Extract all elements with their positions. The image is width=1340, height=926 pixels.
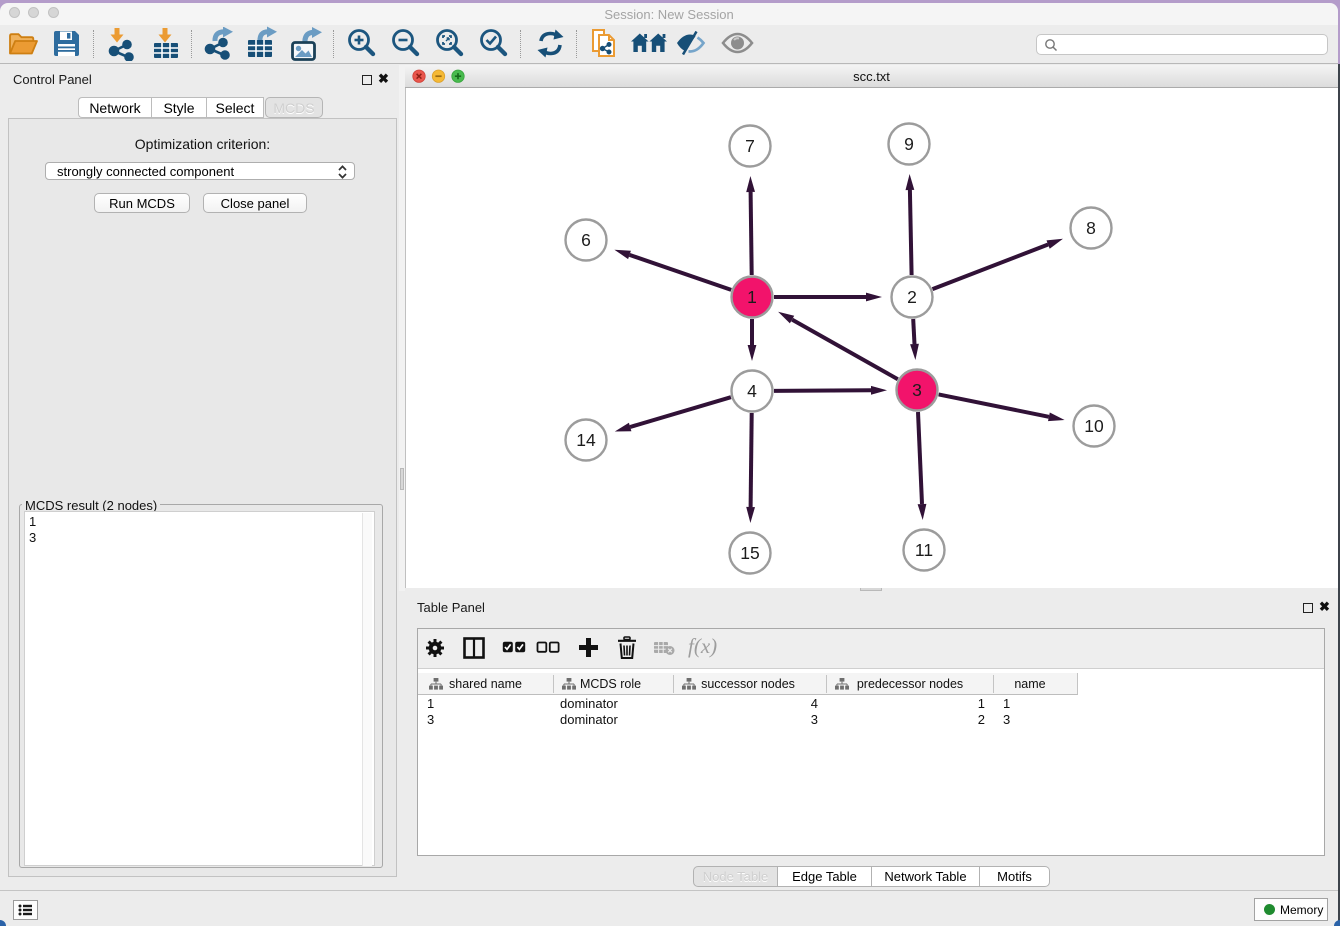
svg-text:8: 8 (1086, 218, 1096, 238)
svg-text:2: 2 (907, 287, 917, 307)
svg-text:7: 7 (745, 136, 755, 156)
svg-text:15: 15 (740, 543, 759, 563)
svg-text:9: 9 (904, 134, 914, 154)
svg-text:6: 6 (581, 230, 591, 250)
svg-text:4: 4 (747, 381, 757, 401)
svg-text:10: 10 (1084, 416, 1104, 436)
svg-text:11: 11 (915, 540, 933, 560)
svg-text:3: 3 (912, 380, 922, 400)
svg-text:1: 1 (747, 287, 757, 307)
svg-text:14: 14 (576, 430, 596, 450)
